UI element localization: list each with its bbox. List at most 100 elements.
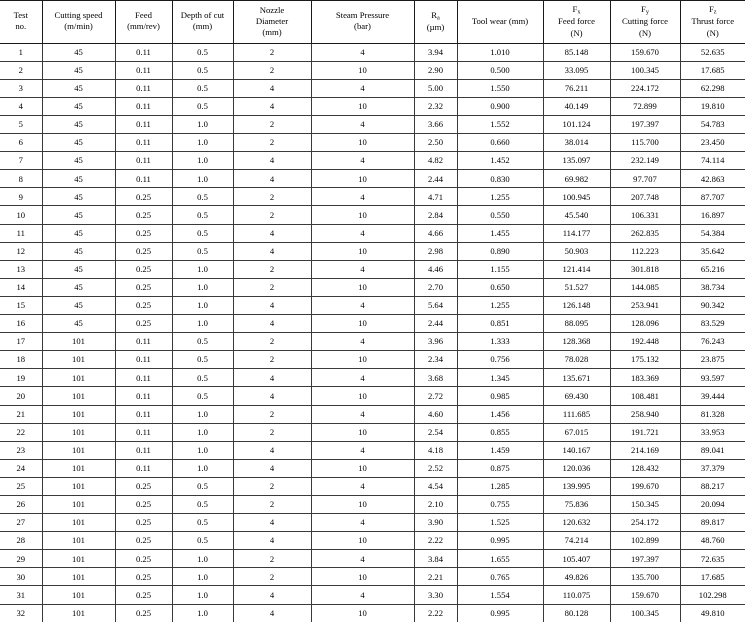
cell-depth_of_cut: 0.5 <box>171 242 234 261</box>
cell-cutting_speed: 45 <box>41 314 116 334</box>
cell-ra: 2.22 <box>413 531 458 551</box>
cell-depth_of_cut: 0.5 <box>171 187 234 207</box>
cell-nozzle_dia: 2 <box>232 495 312 515</box>
cell-feed: 0.11 <box>114 133 173 153</box>
column-header-line-3: (N) <box>638 27 652 38</box>
cell-fy: 262.835 <box>609 224 681 243</box>
table-row: 32 101 0.25 1.0 4 10 2.22 0.995 80.128 100.345 49.… <box>0 604 745 623</box>
cell-depth_of_cut: 1.0 <box>171 115 234 135</box>
cell-nozzle_dia: 4 <box>232 242 312 261</box>
cell-feed: 0.11 <box>114 405 173 424</box>
table-row: 28 101 0.25 0.5 4 10 2.22 0.995 74.214 102.899 48.… <box>0 531 745 551</box>
cell-ra: 2.44 <box>413 169 458 189</box>
cell-test_no: 7 <box>0 151 43 171</box>
cell-fx: 120.036 <box>542 459 611 478</box>
cell-steam_pressure: 4 <box>310 513 415 533</box>
cell-nozzle_dia: 4 <box>232 604 312 623</box>
cell-tool_wear: 0.995 <box>456 531 544 551</box>
cell-ra: 3.30 <box>413 585 458 605</box>
cell-fy: 115.700 <box>609 133 681 153</box>
table-row: 7 45 0.11 1.0 4 4 4.82 1.452 135.097 232.149 74.11… <box>0 151 745 171</box>
cell-fz: 23.875 <box>679 350 745 370</box>
cell-fy: 197.397 <box>609 115 681 135</box>
cell-nozzle_dia: 4 <box>232 97 312 117</box>
cell-fy: 108.481 <box>609 386 681 406</box>
table-row: 13 45 0.25 1.0 2 4 4.46 1.155 121.414 301.818 65.2… <box>0 260 745 279</box>
column-header-line-2: (µm) <box>426 21 445 32</box>
cell-fx: 114.177 <box>542 224 611 243</box>
cell-steam_pressure: 10 <box>310 169 415 189</box>
column-header-line-3: (mm) <box>262 26 282 37</box>
cell-tool_wear: 1.285 <box>456 477 544 496</box>
table-row: 27 101 0.25 0.5 4 4 3.90 1.525 120.632 254.172 89.… <box>0 513 745 533</box>
cell-steam_pressure: 4 <box>310 332 415 352</box>
cell-fy: 112.223 <box>609 242 681 261</box>
cell-nozzle_dia: 2 <box>232 260 312 279</box>
cell-fx: 105.407 <box>542 549 611 569</box>
cell-cutting_speed: 45 <box>41 205 116 225</box>
cell-cutting_speed: 101 <box>41 513 116 533</box>
cell-cutting_speed: 45 <box>41 169 116 189</box>
cell-ra: 3.94 <box>413 43 458 62</box>
column-header-steam_pressure: Steam Pressure (bar) <box>310 0 415 44</box>
column-header-line-1: Nozzle <box>259 4 285 15</box>
cell-tool_wear: 0.855 <box>456 423 544 442</box>
table-row: 12 45 0.25 0.5 4 10 2.98 0.890 50.903 112.223 35.6… <box>0 242 745 261</box>
cell-fx: 69.982 <box>542 169 611 189</box>
cell-depth_of_cut: 1.0 <box>171 169 234 189</box>
column-header-depth_of_cut: Depth of cut (mm) <box>171 0 234 44</box>
cell-depth_of_cut: 0.5 <box>171 495 234 515</box>
cell-fx: 120.632 <box>542 513 611 533</box>
table-row: 23 101 0.11 1.0 4 4 4.18 1.459 140.167 214.169 89.… <box>0 441 745 460</box>
cell-test_no: 21 <box>0 405 43 424</box>
column-header-line-2: Feed force <box>558 16 595 27</box>
cell-cutting_speed: 101 <box>41 604 116 623</box>
cell-steam_pressure: 10 <box>310 61 415 80</box>
cell-test_no: 23 <box>0 441 43 460</box>
column-header-line-3: (N) <box>706 27 719 38</box>
cell-tool_wear: 0.830 <box>456 169 544 189</box>
cell-tool_wear: 1.255 <box>456 296 544 316</box>
cell-depth_of_cut: 0.5 <box>171 350 234 370</box>
cell-fz: 88.217 <box>679 477 745 496</box>
cell-steam_pressure: 10 <box>310 567 415 587</box>
table-row: 10 45 0.25 0.5 2 10 2.84 0.550 45.540 106.331 16.8… <box>0 205 745 225</box>
cell-steam_pressure: 4 <box>310 43 415 62</box>
cell-feed: 0.25 <box>114 495 173 515</box>
column-header-fy: Fy Cutting force (N) <box>609 0 681 44</box>
cell-cutting_speed: 101 <box>41 567 116 587</box>
cell-fy: 253.941 <box>609 296 681 316</box>
cell-steam_pressure: 4 <box>310 585 415 605</box>
column-header-subscript: x <box>577 8 581 16</box>
cell-steam_pressure: 10 <box>310 604 415 623</box>
column-header-line-1: Ra <box>431 9 440 21</box>
cell-feed: 0.25 <box>114 513 173 533</box>
cell-steam_pressure: 10 <box>310 278 415 297</box>
table-row: 15 45 0.25 1.0 4 4 5.64 1.255 126.148 253.941 90.3… <box>0 296 745 316</box>
cell-depth_of_cut: 1.0 <box>171 567 234 587</box>
cell-nozzle_dia: 2 <box>232 549 312 569</box>
cell-fy: 135.700 <box>609 567 681 587</box>
cell-nozzle_dia: 2 <box>232 567 312 587</box>
cell-tool_wear: 0.650 <box>456 278 544 297</box>
cell-test_no: 17 <box>0 332 43 352</box>
cell-steam_pressure: 4 <box>310 187 415 207</box>
column-header-line-1: Fx <box>572 4 581 16</box>
cell-fx: 69.430 <box>542 386 611 406</box>
cell-test_no: 19 <box>0 368 43 388</box>
cell-fy: 207.748 <box>609 187 681 207</box>
cell-fz: 87.707 <box>679 187 745 207</box>
cell-nozzle_dia: 2 <box>232 477 312 496</box>
cell-feed: 0.11 <box>114 350 173 370</box>
cell-ra: 4.82 <box>413 151 458 171</box>
cell-nozzle_dia: 2 <box>232 187 312 207</box>
cell-ra: 2.22 <box>413 604 458 623</box>
cell-fx: 33.095 <box>542 61 611 80</box>
cell-fx: 88.095 <box>542 314 611 334</box>
cell-cutting_speed: 45 <box>41 260 116 279</box>
column-header-fx: Fx Feed force (N) <box>542 0 611 44</box>
cell-tool_wear: 1.010 <box>456 43 544 62</box>
cell-cutting_speed: 101 <box>41 386 116 406</box>
cell-ra: 4.18 <box>413 441 458 460</box>
column-header-line-1: Steam Pressure <box>335 10 390 21</box>
